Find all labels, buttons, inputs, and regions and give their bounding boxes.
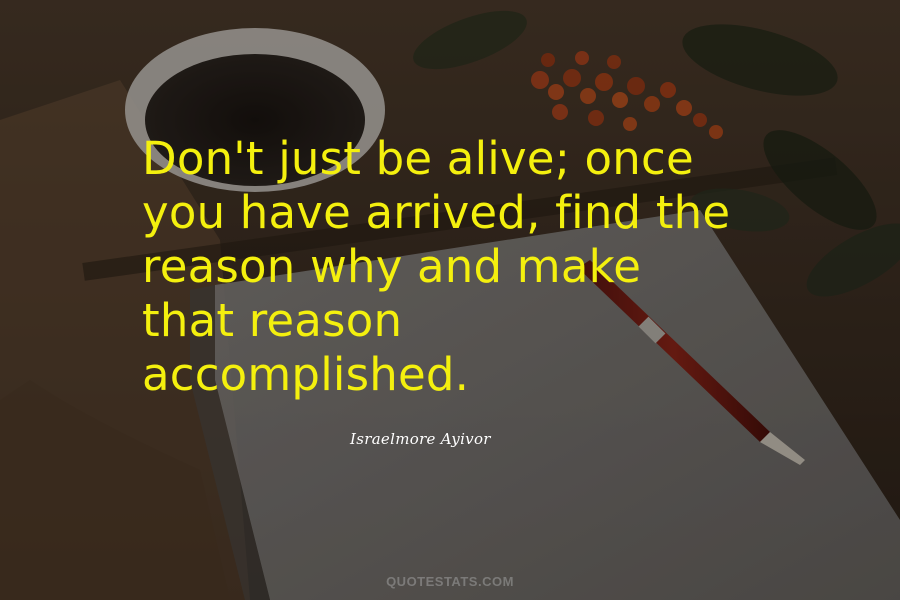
author-name: Israelmore Ayivor (350, 430, 491, 448)
watermark-text: QUOTESTATS.COM (386, 574, 514, 589)
quote-text: Don't just be alive; once you have arriv… (142, 132, 731, 401)
quote-image: Don't just be alive; once you have arriv… (0, 0, 900, 600)
